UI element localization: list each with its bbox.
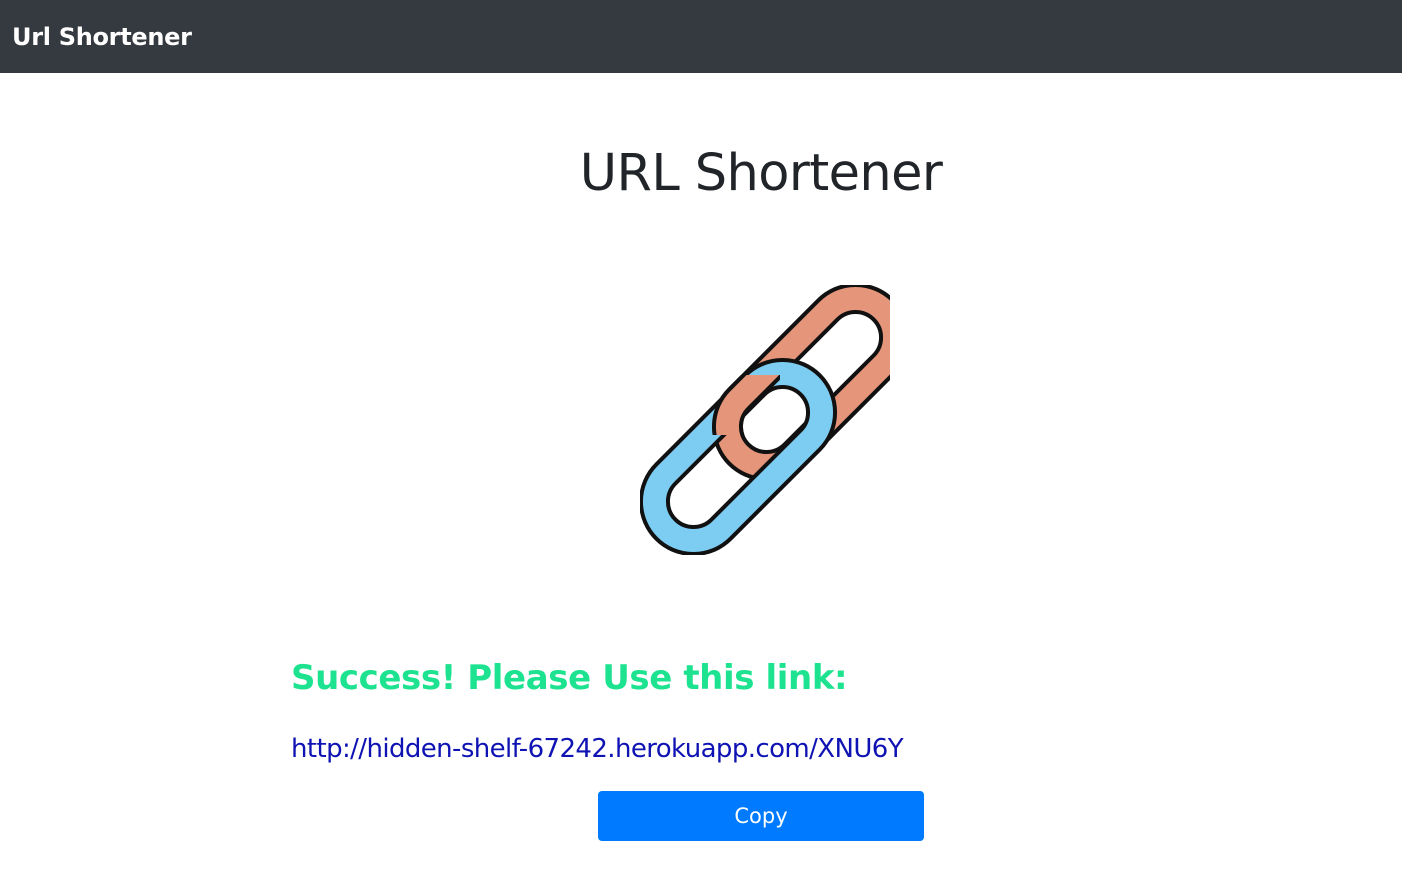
page-title: URL Shortener <box>579 144 943 203</box>
short-url-link[interactable]: http://hidden-shelf-67242.herokuapp.com/… <box>291 730 904 768</box>
navbar: Url Shortener <box>0 0 1402 73</box>
navbar-brand[interactable]: Url Shortener <box>12 23 192 51</box>
success-message: Success! Please Use this link: <box>291 658 848 698</box>
chain-link-icon <box>640 285 890 555</box>
copy-button[interactable]: Copy <box>598 791 924 841</box>
